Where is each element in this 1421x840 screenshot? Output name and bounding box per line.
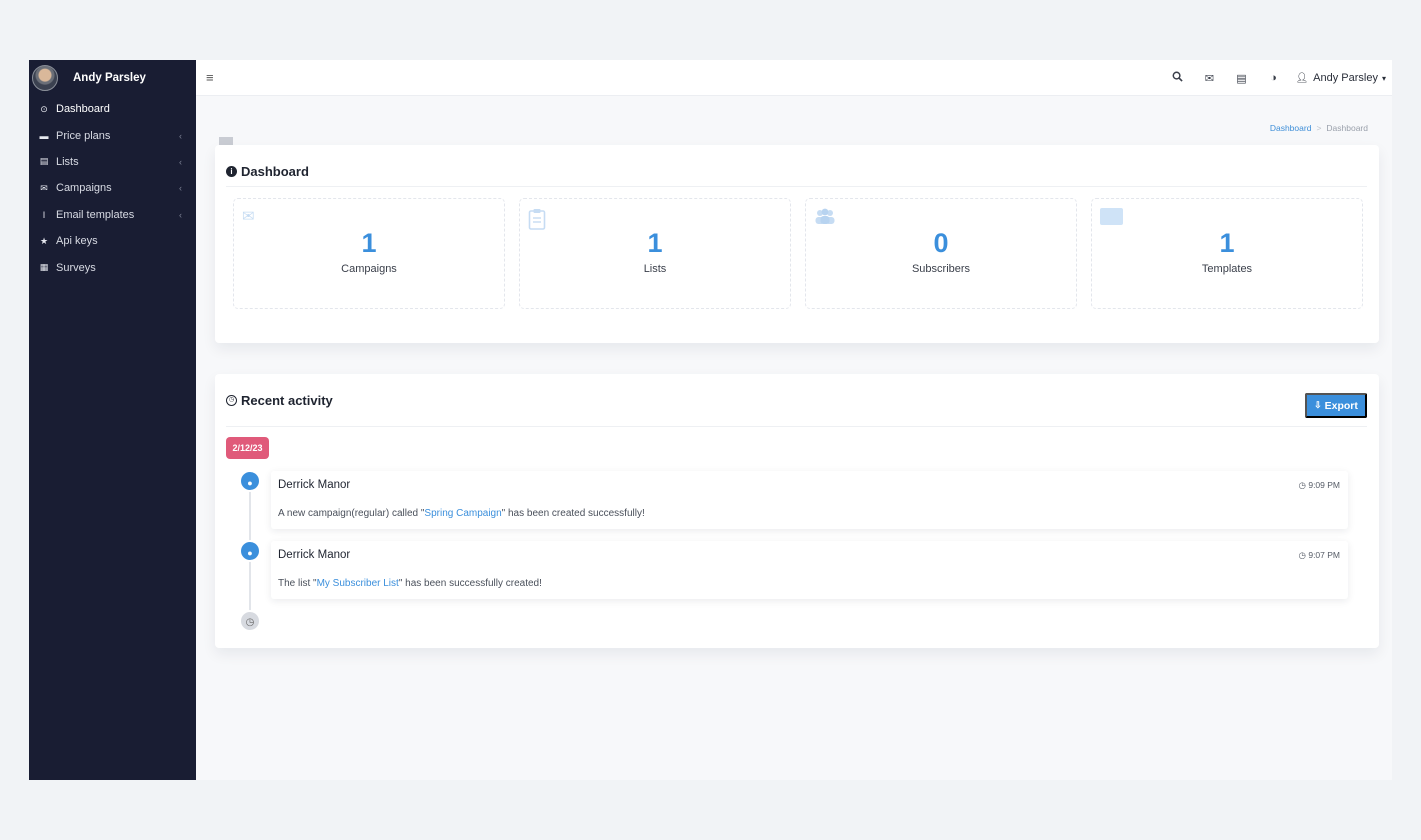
- chevron-left-icon: ‹: [179, 183, 182, 194]
- chevron-left-icon: ‹: [179, 130, 182, 141]
- entry-message: A new campaign(regular) called "Spring C…: [278, 508, 645, 519]
- activity-entry: Derrick Manor ◷ 9:07 PM The list "My Sub…: [271, 541, 1348, 599]
- sidebar-username: Andy Parsley: [73, 72, 146, 84]
- folder-icon: [1100, 208, 1123, 225]
- user-menu[interactable]: 👤︎ Andy Parsley ▾: [1295, 72, 1386, 84]
- contrast-icon[interactable]: ◑: [1257, 72, 1289, 84]
- date-badge: 2/12/23: [226, 437, 269, 459]
- sidebar-item-label: Dashboard: [56, 103, 110, 116]
- breadcrumb-separator: >: [1316, 123, 1322, 133]
- divider: [226, 186, 1367, 187]
- sidebar-item-label: Campaigns: [56, 182, 112, 195]
- export-icon: ⇩: [1314, 400, 1322, 410]
- hamburger-menu-icon[interactable]: ≡: [206, 70, 214, 85]
- divider: [226, 426, 1367, 427]
- recent-activity-card: ◷ Recent activity ⇩ Export 2/12/23 ● Der…: [215, 374, 1379, 648]
- sidebar-item-price-plans[interactable]: ▬ Price plans ‹: [29, 122, 196, 148]
- entry-time: ◷ 9:09 PM: [1299, 480, 1340, 491]
- envelope-icon[interactable]: ✉: [1193, 72, 1225, 85]
- text-cursor-icon: I: [42, 209, 46, 220]
- entry-time-text: 9:07 PM: [1308, 550, 1340, 560]
- sidebar-item-label: Price plans: [56, 129, 111, 142]
- users-icon: [814, 208, 835, 226]
- app-window: Andy Parsley ⊙ Dashboard ▬ Price plans ‹…: [29, 60, 1392, 780]
- export-button-label: Export: [1324, 399, 1358, 412]
- topbar: ≡ ✉ ▤ ◑ 👤︎ Andy Parsley ▾: [196, 60, 1392, 96]
- dashboard-title-text: Dashboard: [241, 164, 309, 179]
- sidebar-item-surveys[interactable]: ▦ Surveys: [29, 254, 196, 280]
- avatar[interactable]: [32, 65, 58, 91]
- stat-card-lists[interactable]: 1 Lists: [519, 198, 791, 309]
- stat-value: 0: [933, 228, 949, 258]
- sidebar-user[interactable]: Andy Parsley: [29, 60, 196, 96]
- sidebar-item-label: Email templates: [56, 208, 135, 221]
- export-button[interactable]: ⇩ Export: [1305, 393, 1367, 418]
- stat-card-subscribers[interactable]: 0 Subscribers: [805, 198, 1077, 309]
- clock-icon: ◷: [1298, 550, 1306, 560]
- entry-message-pre: The list ": [278, 578, 317, 589]
- breadcrumb-link[interactable]: Dashboard: [1270, 123, 1312, 133]
- sidebar-item-label: Surveys: [56, 261, 96, 274]
- user-menu-name: Andy Parsley: [1313, 72, 1378, 84]
- user-icon: ●: [239, 540, 261, 562]
- stat-value: 1: [361, 228, 377, 258]
- entry-message-post: " has been successfully created!: [398, 578, 542, 589]
- stat-label: Templates: [1201, 263, 1253, 275]
- breadcrumb: Dashboard > Dashboard: [1270, 123, 1368, 133]
- sidebar-item-api-keys[interactable]: ★ Api keys: [29, 228, 196, 254]
- star-icon: ★: [39, 235, 49, 246]
- entry-time: ◷ 9:07 PM: [1299, 550, 1340, 561]
- stat-label: Subscribers: [911, 263, 971, 275]
- stat-value: 1: [1219, 228, 1235, 258]
- sidebar-item-label: Api keys: [56, 235, 98, 248]
- credit-card-icon: ▬: [39, 130, 49, 141]
- user-icon: 👤︎: [1295, 72, 1309, 84]
- sidebar-item-email-templates[interactable]: I Email templates ‹: [29, 202, 196, 228]
- search-icon[interactable]: [1161, 71, 1193, 85]
- info-icon: i: [226, 166, 237, 177]
- caret-down-icon: ▾: [1381, 73, 1386, 83]
- entry-message-post: " has been created successfully!: [501, 508, 645, 519]
- user-icon: ●: [239, 470, 261, 492]
- entry-link[interactable]: My Subscriber List: [317, 578, 399, 589]
- stat-card-templates[interactable]: 1 Templates: [1091, 198, 1363, 309]
- clock-icon: ◷: [1298, 480, 1306, 490]
- breadcrumb-current: Dashboard: [1326, 123, 1368, 133]
- sidebar-item-label: Lists: [56, 155, 79, 168]
- clock-icon: ◷: [239, 610, 261, 632]
- entry-author: Derrick Manor: [278, 549, 351, 561]
- entry-link[interactable]: Spring Campaign: [424, 508, 501, 519]
- sidebar-nav: ⊙ Dashboard ▬ Price plans ‹ ▤ Lists ‹ ✉ …: [29, 96, 196, 281]
- recent-activity-title-text: Recent activity: [241, 393, 333, 408]
- entry-time-text: 9:09 PM: [1308, 480, 1340, 490]
- activity-entry: Derrick Manor ◷ 9:09 PM A new campaign(r…: [271, 471, 1348, 529]
- survey-icon: ▦: [39, 262, 49, 273]
- sidebar-item-campaigns[interactable]: ✉ Campaigns ‹: [29, 175, 196, 201]
- sidebar-item-lists[interactable]: ▤ Lists ‹: [29, 149, 196, 175]
- entry-author: Derrick Manor: [278, 479, 351, 491]
- list-icon: ▤: [39, 156, 49, 167]
- envelope-icon: ✉: [242, 208, 255, 225]
- sidebar-item-dashboard[interactable]: ⊙ Dashboard: [29, 96, 196, 122]
- news-icon[interactable]: ▤: [1225, 72, 1257, 85]
- entry-message: The list "My Subscriber List" has been s…: [278, 578, 542, 589]
- topbar-actions: ✉ ▤ ◑ 👤︎ Andy Parsley ▾: [1161, 60, 1386, 96]
- recent-activity-title: ◷ Recent activity: [226, 393, 333, 408]
- dashboard-title: i Dashboard: [226, 164, 309, 179]
- entry-message-pre: A new campaign(regular) called ": [278, 508, 425, 519]
- stat-label: Campaigns: [341, 263, 397, 275]
- stat-label: Lists: [643, 263, 667, 275]
- envelope-icon: ✉: [40, 182, 48, 193]
- sidebar: Andy Parsley ⊙ Dashboard ▬ Price plans ‹…: [29, 60, 196, 780]
- stat-card-campaigns[interactable]: ✉ 1 Campaigns: [233, 198, 505, 309]
- clock-icon: ◷: [226, 395, 237, 406]
- dashboard-icon: ⊙: [40, 103, 48, 114]
- stat-value: 1: [647, 228, 663, 258]
- dashboard-card: i Dashboard ✉ 1 Campaigns 1 Lists 0 Subs…: [215, 145, 1379, 343]
- chevron-left-icon: ‹: [179, 209, 182, 220]
- chevron-left-icon: ‹: [179, 156, 182, 167]
- clipboard-icon: [528, 208, 548, 230]
